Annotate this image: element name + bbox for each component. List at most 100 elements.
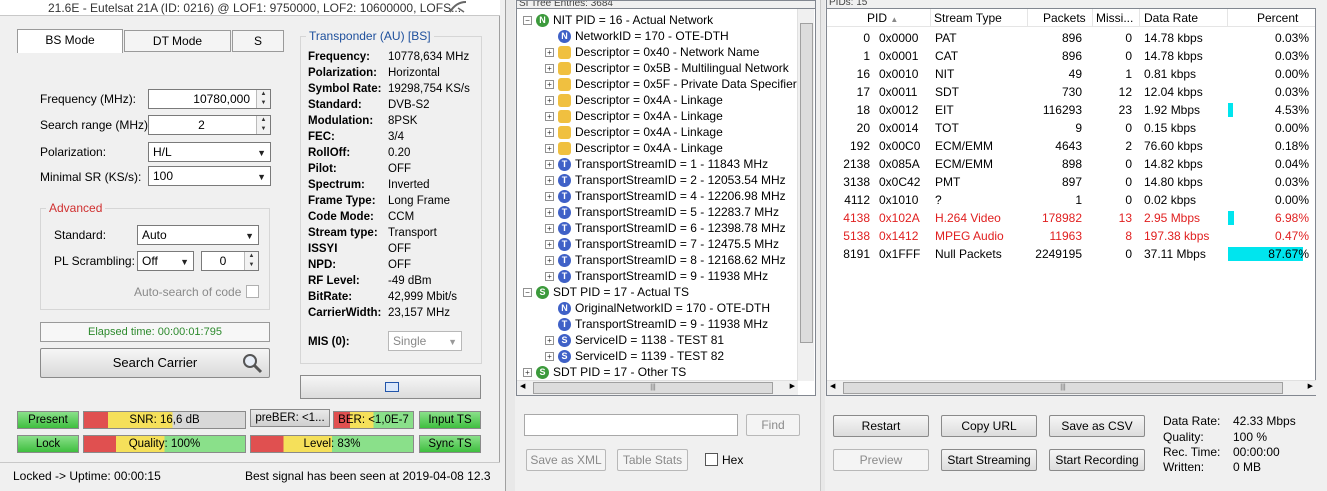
frequency-input[interactable]: 10780,000 ▲ ▼ [148, 89, 271, 109]
scroll-left-icon[interactable]: ◀ [520, 382, 525, 390]
expand-icon[interactable]: + [545, 208, 554, 218]
table-stats-button[interactable]: Table Stats [617, 449, 688, 471]
copy-url-button[interactable]: Copy URL [941, 415, 1037, 437]
table-row[interactable]: 8191 0x1FFF Null Packets 2249195 0 37.11 Mbps… [827, 245, 1315, 263]
expand-icon[interactable]: + [545, 80, 554, 90]
table-row[interactable]: 4112 0x1010? 1 0 0.02 kbps 0.00% [827, 191, 1315, 209]
tree-item[interactable]: + T TransportStreamID = 4 - 12206.98 MHz [545, 188, 786, 204]
table-row[interactable]: 20 0x0014 TOT 9 0 0.15 kbps 0.00% [827, 119, 1315, 137]
panel-splitter[interactable] [820, 0, 825, 491]
expand-icon[interactable]: + [545, 272, 554, 282]
tree-item[interactable]: + Descriptor = 0x4A - Linkage [545, 140, 723, 156]
tree-item[interactable]: + S ServiceID = 1138 - TEST 81 [545, 332, 724, 348]
table-row[interactable]: 4138 0x102A H.264 Video 178982 13 2.95 Mbps 6.… [827, 209, 1315, 227]
spin-up-icon[interactable]: ▲ [245, 252, 258, 261]
scroll-thumb[interactable] [800, 23, 813, 343]
expand-icon[interactable]: + [545, 192, 554, 202]
table-row[interactable]: 16 0x0010 NIT 49 1 0.81 kbps 0.00% [827, 65, 1315, 83]
spin-down-icon[interactable]: ▼ [257, 125, 270, 134]
standard-select[interactable]: Auto ▼ [137, 225, 259, 245]
restart-button[interactable]: Restart [833, 415, 929, 437]
pid-horizontal-scrollbar[interactable]: ◀ ||| ▶ [827, 380, 1316, 395]
tree-item[interactable]: T TransportStreamID = 9 - 11938 MHz [545, 316, 768, 332]
expand-icon[interactable]: + [545, 256, 554, 266]
tree-horizontal-scrollbar[interactable]: ◀ ||| ▶ [517, 380, 798, 395]
tree-item[interactable]: + S SDT PID = 17 - Other TS [523, 364, 686, 380]
expand-icon[interactable]: + [545, 128, 554, 138]
tree-item[interactable]: + T TransportStreamID = 2 - 12053.54 MHz [545, 172, 786, 188]
column-separator[interactable] [930, 9, 931, 27]
tree-item[interactable]: + Descriptor = 0x4A - Linkage [545, 92, 723, 108]
tree-item[interactable]: + S ServiceID = 1139 - TEST 82 [545, 348, 724, 364]
expand-icon[interactable]: + [545, 112, 554, 122]
tree-item[interactable]: + Descriptor = 0x40 - Network Name [545, 44, 759, 60]
scroll-right-icon[interactable]: ▶ [790, 382, 795, 390]
expand-icon[interactable]: + [545, 336, 554, 346]
table-row[interactable]: 17 0x0011 SDT 730 12 12.04 kbps 0.03% [827, 83, 1315, 101]
table-row[interactable]: 192 0x00C0 ECM/EMM 4643 2 76.60 kbps 0.18% [827, 137, 1315, 155]
tree-vertical-scrollbar[interactable] [797, 9, 814, 381]
tab-bs-mode[interactable]: BS Mode [17, 29, 123, 53]
start-streaming-button[interactable]: Start Streaming [941, 449, 1037, 471]
expand-icon[interactable]: + [545, 160, 554, 170]
scroll-thumb[interactable]: ||| [533, 382, 773, 394]
expand-icon[interactable]: + [545, 352, 554, 362]
hex-checkbox[interactable] [705, 453, 718, 466]
scroll-thumb[interactable]: ||| [843, 382, 1283, 394]
tree-item[interactable]: + Descriptor = 0x5F - Private Data Specif… [545, 76, 797, 92]
column-header-percent[interactable]: Percent [1257, 11, 1298, 25]
tree-item[interactable]: N NetworkID = 170 - OTE-DTH [545, 28, 729, 44]
spin-up-icon[interactable]: ▲ [257, 116, 270, 125]
tree-item[interactable]: + Descriptor = 0x4A - Linkage [545, 108, 723, 124]
pl-code-spinner[interactable]: ▲ ▼ [244, 252, 258, 270]
table-row[interactable]: 5138 0x1412 MPEG Audio 11963 8 197.38 kbps 0.4… [827, 227, 1315, 245]
expand-icon[interactable]: + [545, 64, 554, 74]
auto-search-checkbox[interactable] [246, 285, 259, 298]
tree-item[interactable]: + T TransportStreamID = 9 - 11938 MHz [545, 268, 768, 284]
collapse-icon[interactable]: − [523, 288, 532, 298]
mis-select[interactable]: Single ▼ [388, 331, 462, 351]
frequency-spinner[interactable]: ▲ ▼ [256, 90, 270, 108]
pl-scrambling-select[interactable]: Off ▼ [137, 251, 194, 271]
tree-item[interactable]: + T TransportStreamID = 5 - 12283.7 MHz [545, 204, 779, 220]
tree-item[interactable]: + T TransportStreamID = 8 - 12168.62 MHz [545, 252, 786, 268]
table-row[interactable]: 3138 0x0C42 PMT 897 0 14.80 kbps 0.03% [827, 173, 1315, 191]
expand-icon[interactable]: + [545, 48, 554, 58]
column-header-pid[interactable]: PID ▲ [867, 11, 898, 25]
scroll-left-icon[interactable]: ◀ [830, 382, 835, 390]
tab-s[interactable]: S [232, 30, 284, 52]
expand-icon[interactable]: + [545, 176, 554, 186]
expand-icon[interactable]: + [523, 368, 532, 378]
polarization-select[interactable]: H/L ▼ [148, 142, 271, 162]
spin-down-icon[interactable]: ▼ [257, 99, 270, 108]
tree-item[interactable]: + Descriptor = 0x4A - Linkage [545, 124, 723, 140]
column-header-packets[interactable]: Packets [1043, 11, 1086, 25]
pl-code-input[interactable]: 0 ▲ ▼ [201, 251, 259, 271]
expand-icon[interactable]: + [545, 96, 554, 106]
scroll-right-icon[interactable]: ▶ [1308, 382, 1313, 390]
find-input[interactable] [524, 414, 738, 436]
column-separator[interactable] [1227, 9, 1228, 27]
pid-table[interactable]: PID ▲ Stream Type Packets Missi... Data … [826, 8, 1316, 396]
search-carrier-button[interactable]: Search Carrier [40, 348, 270, 378]
column-header-missing[interactable]: Missi... [1096, 11, 1133, 25]
tree-item[interactable]: + Descriptor = 0x5B - Multilingual Networ… [545, 60, 789, 76]
tree-item[interactable]: + T TransportStreamID = 7 - 12475.5 MHz [545, 236, 779, 252]
tree-item[interactable]: N OriginalNetworkID = 170 - OTE-DTH [545, 300, 770, 316]
spin-up-icon[interactable]: ▲ [257, 90, 270, 99]
expand-icon[interactable]: + [545, 144, 554, 154]
save-as-csv-button[interactable]: Save as CSV [1049, 415, 1145, 437]
collapse-icon[interactable]: − [523, 16, 532, 26]
start-recording-button[interactable]: Start Recording [1049, 449, 1145, 471]
table-row[interactable]: 1 0x0001 CAT 896 0 14.78 kbps 0.03% [827, 47, 1315, 65]
expand-icon[interactable]: + [545, 240, 554, 250]
transponder-window-button[interactable] [300, 375, 481, 399]
minimal-sr-select[interactable]: 100 ▼ [148, 166, 271, 186]
table-row[interactable]: 18 0x0012 EIT 116293 23 1.92 Mbps 4.53% [827, 101, 1315, 119]
column-separator[interactable] [1139, 9, 1140, 27]
preview-button[interactable]: Preview [833, 449, 929, 471]
tree-item[interactable]: − N NIT PID = 16 - Actual Network [523, 12, 713, 28]
search-range-spinner[interactable]: ▲ ▼ [256, 116, 270, 134]
tree-item[interactable]: + T TransportStreamID = 1 - 11843 MHz [545, 156, 768, 172]
find-button[interactable]: Find [746, 414, 800, 436]
